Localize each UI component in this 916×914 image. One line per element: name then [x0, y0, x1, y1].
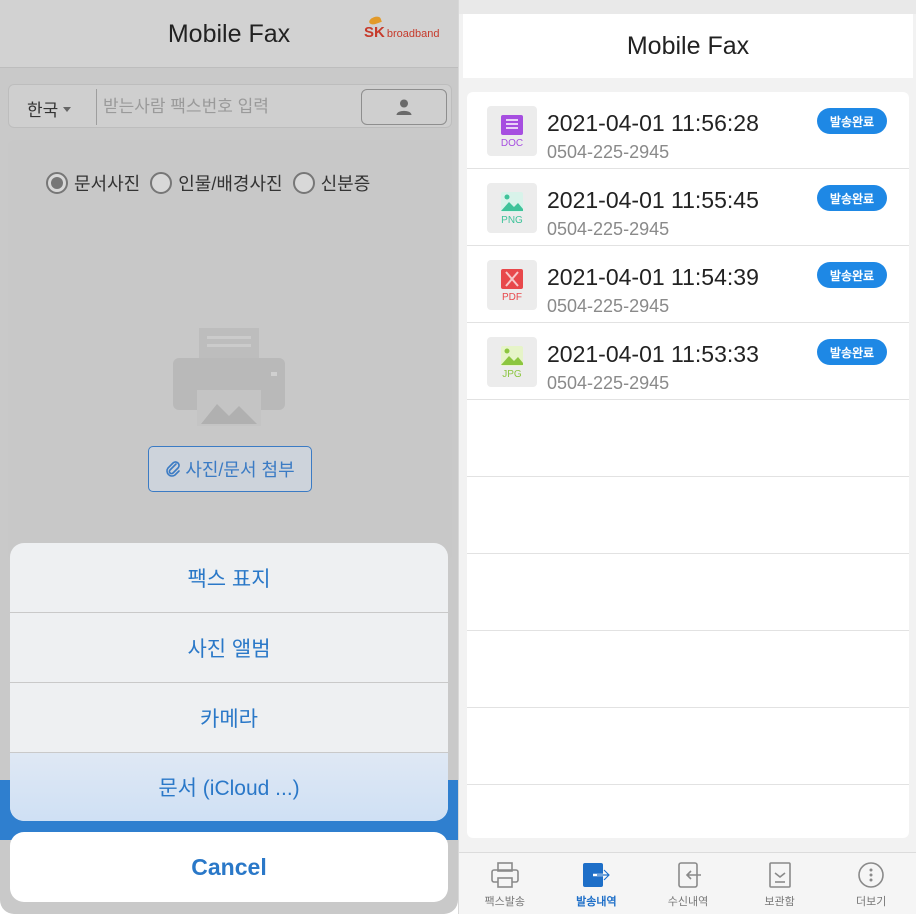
receive-history-icon — [678, 862, 701, 888]
cancel-button[interactable]: Cancel — [10, 832, 448, 902]
photo-type-radio-group: 문서사진 인물/배경사진 신분증 — [46, 170, 370, 196]
radio-unselected-icon — [292, 172, 315, 194]
doc-file-icon: DOC — [487, 106, 537, 156]
compose-screen: Mobile Fax SK broadband 한국 받는사람 팩스번호 입력 … — [0, 0, 458, 914]
sk-broadband-logo: SK broadband — [364, 24, 439, 41]
screenshot-root: Mobile Fax SK broadband 한국 받는사람 팩스번호 입력 … — [0, 0, 916, 914]
file-type-label: DOC — [500, 137, 524, 149]
action-sheet: 팩스 표지 사진 앨범 카메라 문서 (iCloud ...) — [10, 543, 448, 821]
sent-datetime: 2021-04-01 11:56:28 — [547, 110, 759, 136]
radio-unselected-icon — [150, 172, 173, 194]
status-badge: 발송완료 — [817, 262, 887, 288]
sent-datetime: 2021-04-01 11:55:45 — [547, 187, 759, 213]
empty-row — [467, 554, 909, 631]
status-badge: 발송완료 — [817, 108, 887, 134]
action-fax-cover[interactable]: 팩스 표지 — [10, 543, 448, 613]
radio-label: 신분증 — [320, 174, 371, 194]
sk-logo-sub: broadband — [386, 28, 440, 40]
fax-number: 0504-225-2945 — [547, 373, 670, 393]
fax-number: 0504-225-2945 — [547, 219, 670, 239]
compose-header: Mobile Fax SK broadband — [0, 0, 458, 68]
attach-photo-document-button[interactable]: 사진/문서 첨부 — [148, 446, 312, 492]
empty-row — [467, 708, 909, 785]
more-icon — [858, 862, 884, 888]
png-file-icon: PNG — [487, 183, 537, 233]
file-type-label: PNG — [501, 214, 523, 226]
tab-archive[interactable]: 보관함 — [734, 853, 826, 914]
tab-label: 더보기 — [855, 896, 887, 908]
tab-label: 팩스발송 — [484, 896, 526, 908]
file-type-label: PDF — [502, 291, 522, 303]
tab-receive-history[interactable]: 수신내역 — [642, 853, 734, 914]
person-icon — [396, 99, 412, 115]
bottom-tab-bar: 팩스발송 발송내역 수신내역 보관함 더보기 — [459, 852, 916, 914]
paperclip-icon — [166, 461, 181, 477]
empty-row — [467, 477, 909, 554]
tab-fax-send[interactable]: 팩스발송 — [459, 853, 551, 914]
radio-label: 인물/배경사진 — [178, 174, 283, 194]
fax-number: 0504-225-2945 — [547, 296, 670, 316]
sent-datetime: 2021-04-01 11:53:33 — [547, 341, 759, 367]
empty-row — [467, 631, 909, 708]
fax-number: 0504-225-2945 — [547, 142, 670, 162]
recipient-bar: 한국 — [8, 84, 452, 128]
radio-person-background[interactable]: 인물/배경사진 — [150, 170, 283, 196]
printer-illustration-icon — [173, 328, 285, 426]
divider — [96, 89, 97, 125]
tab-label: 수신내역 — [667, 896, 709, 908]
action-photo-album[interactable]: 사진 앨범 — [10, 613, 448, 683]
radio-id-card[interactable]: 신분증 — [292, 170, 371, 196]
status-badge: 발송완료 — [817, 339, 887, 365]
list-item[interactable]: PNG 2021-04-01 11:55:45 0504-225-2945 발송… — [467, 169, 909, 246]
radio-selected-icon — [46, 172, 68, 194]
action-camera[interactable]: 카메라 — [10, 683, 448, 753]
chevron-down-icon — [63, 107, 72, 112]
printer-icon — [490, 862, 519, 888]
send-history-icon — [583, 863, 612, 887]
jpg-file-icon: JPG — [487, 337, 537, 387]
radio-label: 문서사진 — [74, 174, 141, 194]
empty-row — [467, 400, 909, 477]
tab-label: 보관함 — [764, 896, 795, 908]
tab-send-history[interactable]: 발송내역 — [551, 853, 643, 914]
list-item[interactable]: DOC 2021-04-01 11:56:28 0504-225-2945 발송… — [467, 92, 909, 169]
radio-document-photo[interactable]: 문서사진 — [46, 170, 140, 196]
status-bar — [459, 0, 916, 14]
file-type-label: JPG — [502, 368, 522, 380]
send-history-screen: Mobile Fax DOC 2021-04-01 11:56:28 0504-… — [458, 0, 916, 914]
country-label: 한국 — [27, 101, 59, 120]
pdf-file-icon: PDF — [487, 260, 537, 310]
status-badge: 발송완료 — [817, 185, 887, 211]
sk-logo-mark: SK — [364, 24, 385, 41]
app-title: Mobile Fax — [626, 32, 750, 60]
list-item[interactable]: JPG 2021-04-01 11:53:33 0504-225-2945 발송… — [467, 323, 909, 400]
attach-label: 사진/문서 첨부 — [185, 460, 295, 480]
tab-label: 발송내역 — [576, 896, 617, 908]
compose-body: 문서사진 인물/배경사진 신분증 사진/문서 첨부 — [8, 140, 452, 560]
action-icloud-document[interactable]: 문서 (iCloud ...) — [10, 753, 448, 821]
country-selector[interactable]: 한국 — [27, 96, 72, 121]
send-history-list: DOC 2021-04-01 11:56:28 0504-225-2945 발송… — [467, 92, 909, 838]
tab-more[interactable]: 더보기 — [825, 853, 916, 914]
sent-datetime: 2021-04-01 11:54:39 — [547, 264, 759, 290]
fax-number-input[interactable] — [103, 93, 353, 121]
list-item[interactable]: PDF 2021-04-01 11:54:39 0504-225-2945 발송… — [467, 246, 909, 323]
contact-picker-button[interactable] — [361, 89, 447, 125]
archive-icon — [768, 862, 791, 888]
history-header: Mobile Fax — [463, 14, 913, 78]
